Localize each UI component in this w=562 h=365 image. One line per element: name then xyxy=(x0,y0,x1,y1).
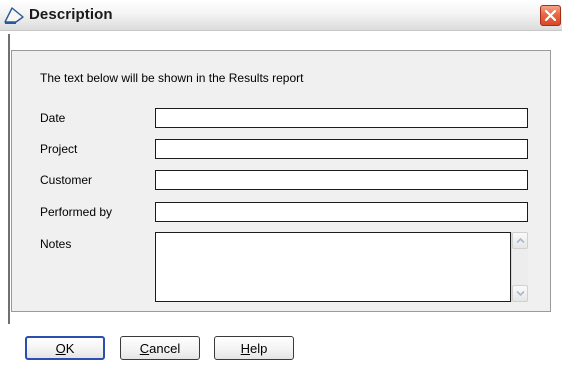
close-button[interactable] xyxy=(540,5,561,26)
chevron-up-icon xyxy=(516,237,525,244)
scroll-down-button[interactable] xyxy=(512,285,528,302)
ok-label-rest: K xyxy=(65,341,75,356)
window-title: Description xyxy=(29,6,113,23)
ok-button[interactable]: OK xyxy=(25,336,105,360)
help-button[interactable]: Help xyxy=(214,336,294,360)
date-label: Date xyxy=(40,111,66,125)
project-label: Project xyxy=(40,142,78,156)
notes-textarea[interactable] xyxy=(155,232,511,302)
chevron-down-icon xyxy=(516,290,525,297)
performed-by-field[interactable] xyxy=(155,202,528,222)
cancel-button[interactable]: Cancel xyxy=(120,336,200,360)
close-icon xyxy=(544,9,557,22)
ok-mnemonic: O xyxy=(55,341,66,356)
notes-scrollbar[interactable] xyxy=(511,232,528,302)
scroll-up-button[interactable] xyxy=(512,232,528,249)
help-mnemonic: H xyxy=(240,340,251,356)
customer-label: Customer xyxy=(40,173,93,187)
intro-text: The text below will be shown in the Resu… xyxy=(40,71,304,85)
description-dialog: Description The text below will be shown… xyxy=(0,0,562,365)
cancel-mnemonic: C xyxy=(139,340,150,356)
performed-by-label: Performed by xyxy=(40,205,113,219)
frame-divider xyxy=(8,34,10,324)
description-document-icon xyxy=(3,5,25,25)
notes-label: Notes xyxy=(40,237,72,251)
title-bar[interactable]: Description xyxy=(0,0,562,31)
project-field[interactable] xyxy=(155,139,528,159)
customer-field[interactable] xyxy=(155,170,528,190)
help-label-rest: elp xyxy=(250,340,268,356)
cancel-label-rest: ancel xyxy=(149,340,181,356)
date-field[interactable] xyxy=(155,108,528,128)
